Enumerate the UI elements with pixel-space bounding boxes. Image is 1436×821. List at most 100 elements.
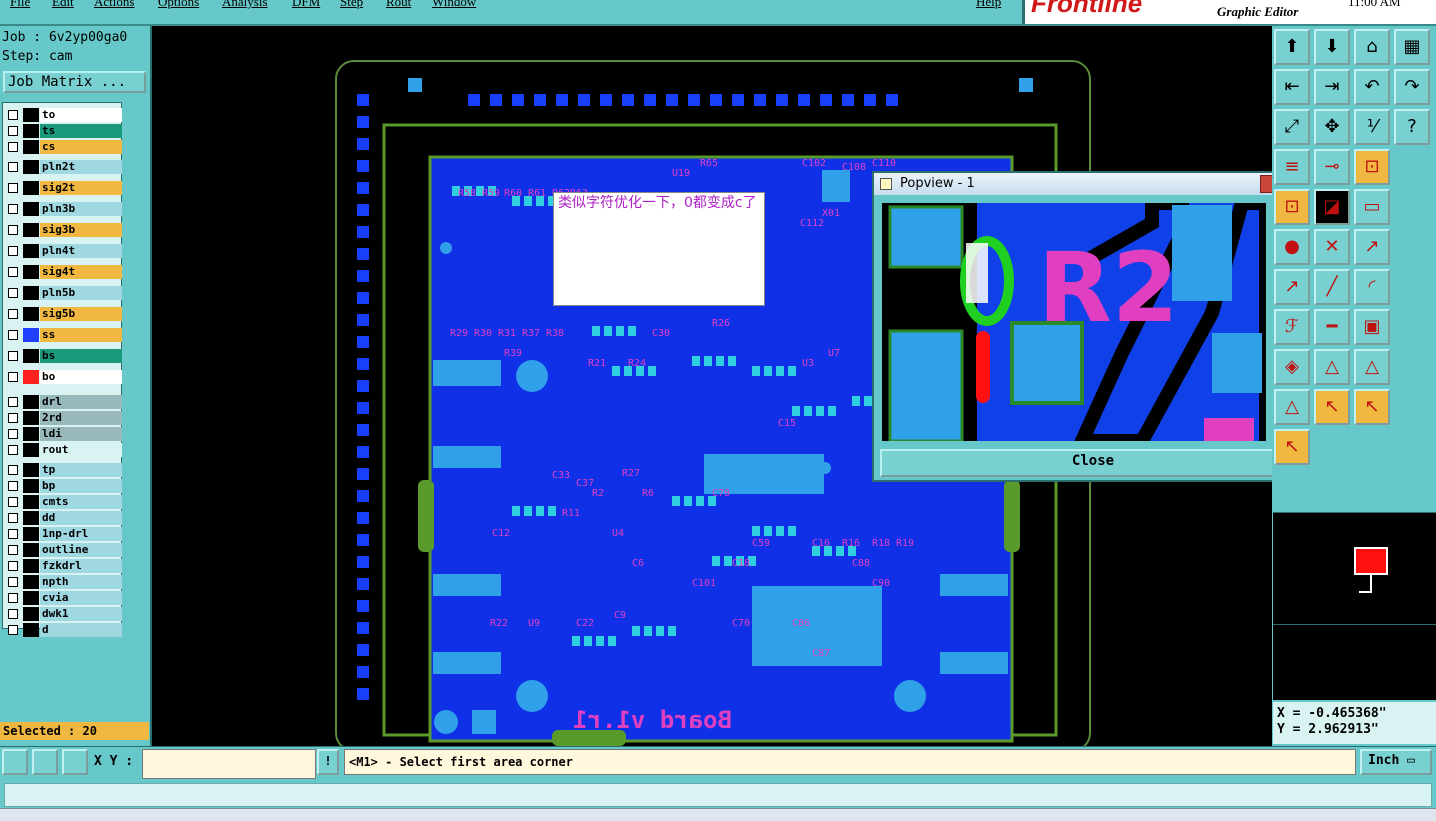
popview-titlebar[interactable]: Popview - 1 ✕: [874, 173, 1308, 195]
ruler-icon[interactable]: ▭: [1354, 189, 1390, 225]
slider-icon[interactable]: ≡: [1274, 149, 1310, 185]
popview-close-button[interactable]: Close: [880, 449, 1306, 477]
layer-checkbox[interactable]: [8, 609, 18, 619]
triangle-icon[interactable]: △: [1314, 349, 1350, 385]
snap-grid-icon[interactable]: [2, 749, 28, 775]
center-icon[interactable]: ✥: [1314, 109, 1350, 145]
edit-icon[interactable]: ◪: [1314, 189, 1350, 225]
select2-icon[interactable]: ↖: [1354, 389, 1390, 425]
menu-dfm[interactable]: DFM: [292, 0, 320, 10]
layer-row-pln5b[interactable]: pln5b: [5, 286, 122, 300]
menu-options[interactable]: Options: [158, 0, 199, 10]
xy-input[interactable]: [142, 749, 316, 779]
layer-checkbox[interactable]: [8, 204, 18, 214]
scale-1-2-icon[interactable]: ⅟: [1354, 109, 1390, 145]
pad-icon[interactable]: ▣: [1354, 309, 1390, 345]
layer-checkbox[interactable]: [8, 593, 18, 603]
layer-row-tp[interactable]: tp: [5, 463, 122, 477]
menu-help[interactable]: Help: [976, 0, 1001, 10]
layer-row-dwk1[interactable]: dwk1: [5, 607, 122, 621]
layer-checkbox[interactable]: [8, 330, 18, 340]
layer-row-drl[interactable]: drl: [5, 395, 122, 409]
layer-checkbox[interactable]: [8, 372, 18, 382]
layer-row-ss[interactable]: ss: [5, 328, 122, 342]
pan-right-icon[interactable]: ⇥: [1314, 69, 1350, 105]
snap-angle-icon[interactable]: [32, 749, 58, 775]
zoom-in-icon[interactable]: ⬇: [1314, 29, 1350, 65]
layer-checkbox[interactable]: [8, 513, 18, 523]
triangle-down-icon[interactable]: △: [1274, 389, 1310, 425]
window-icon[interactable]: ▦: [1394, 29, 1430, 65]
select-net-icon[interactable]: ↖: [1274, 429, 1310, 465]
layer-row-pln2t[interactable]: pln2t: [5, 160, 122, 174]
layer-row-cvia[interactable]: cvia: [5, 591, 122, 605]
layer-row-sig3b[interactable]: sig3b: [5, 223, 122, 237]
minus-icon[interactable]: ━: [1314, 309, 1350, 345]
layer-checkbox[interactable]: [8, 561, 18, 571]
pan-left-icon[interactable]: ⇤: [1274, 69, 1310, 105]
layer-row-rout[interactable]: rout: [5, 443, 122, 457]
layer-row-bs[interactable]: bs: [5, 349, 122, 363]
circle-icon[interactable]: ●: [1274, 229, 1310, 265]
layer-row-npth[interactable]: npth: [5, 575, 122, 589]
layer-checkbox[interactable]: [8, 110, 18, 120]
menu-step[interactable]: Step: [340, 0, 363, 10]
layer-row-cs[interactable]: cs: [5, 140, 122, 154]
layer-row-ldi[interactable]: ldi: [5, 427, 122, 441]
menu-analysis[interactable]: Analysis: [222, 0, 268, 10]
layer-checkbox[interactable]: [8, 183, 18, 193]
layer-checkbox[interactable]: [8, 445, 18, 455]
ff-icon[interactable]: ℱ: [1274, 309, 1310, 345]
select-icon[interactable]: ↖: [1314, 389, 1350, 425]
triangle-up-icon[interactable]: △: [1354, 349, 1390, 385]
help-icon[interactable]: ?: [1394, 109, 1430, 145]
layer-row-2rd[interactable]: 2rd: [5, 411, 122, 425]
layer-checkbox[interactable]: [8, 497, 18, 507]
layer-checkbox[interactable]: [8, 246, 18, 256]
layer-checkbox[interactable]: [8, 162, 18, 172]
menu-window[interactable]: Window: [432, 0, 476, 10]
layer-row-outline[interactable]: outline: [5, 543, 122, 557]
fit-icon[interactable]: ⤢: [1274, 109, 1310, 145]
layer-checkbox[interactable]: [8, 397, 18, 407]
layer-checkbox[interactable]: [8, 288, 18, 298]
home-icon[interactable]: ⌂: [1354, 29, 1390, 65]
alert-button[interactable]: !: [317, 749, 339, 775]
layer-row-sig5b[interactable]: sig5b: [5, 307, 122, 321]
zoom-home-icon[interactable]: ⬆: [1274, 29, 1310, 65]
layer-checkbox[interactable]: [8, 126, 18, 136]
layer-checkbox[interactable]: [8, 351, 18, 361]
menu-file[interactable]: File: [10, 0, 30, 10]
layer-checkbox[interactable]: [8, 577, 18, 587]
layer-checkbox[interactable]: [8, 267, 18, 277]
measure2-icon[interactable]: ⊡: [1274, 189, 1310, 225]
layer-row-bo[interactable]: bo: [5, 370, 122, 384]
layer-checkbox[interactable]: [8, 309, 18, 319]
layer-checkbox[interactable]: [8, 142, 18, 152]
unit-select[interactable]: Inch ▭: [1360, 749, 1432, 775]
snap-center-icon[interactable]: [62, 749, 88, 775]
layer-row-pln3b[interactable]: pln3b: [5, 202, 122, 216]
layer-row-to[interactable]: to: [5, 108, 122, 122]
layer-row-fzkdrl[interactable]: fzkdrl: [5, 559, 122, 573]
job-matrix-button[interactable]: Job Matrix ...: [3, 71, 146, 93]
layer-checkbox[interactable]: [8, 413, 18, 423]
line-add-icon[interactable]: ↗: [1354, 229, 1390, 265]
layer-checkbox[interactable]: [8, 465, 18, 475]
layer-row-ts[interactable]: ts: [5, 124, 122, 138]
slash-icon[interactable]: ╱: [1314, 269, 1350, 305]
layer-row-sig4t[interactable]: sig4t: [5, 265, 122, 279]
layer-checkbox[interactable]: [8, 225, 18, 235]
layer-checkbox[interactable]: [8, 429, 18, 439]
layer-checkbox[interactable]: [8, 545, 18, 555]
layer-checkbox[interactable]: [8, 481, 18, 491]
line-point-icon[interactable]: ↗: [1274, 269, 1310, 305]
menu-rout[interactable]: Rout: [386, 0, 411, 10]
layer-row-bp[interactable]: bp: [5, 479, 122, 493]
cross-icon[interactable]: ✕: [1314, 229, 1350, 265]
pads-icon[interactable]: ◈: [1274, 349, 1310, 385]
redo-icon[interactable]: ↷: [1394, 69, 1430, 105]
menu-edit[interactable]: Edit: [52, 0, 74, 10]
menu-actions[interactable]: Actions: [94, 0, 134, 10]
layer-row-sig2t[interactable]: sig2t: [5, 181, 122, 195]
